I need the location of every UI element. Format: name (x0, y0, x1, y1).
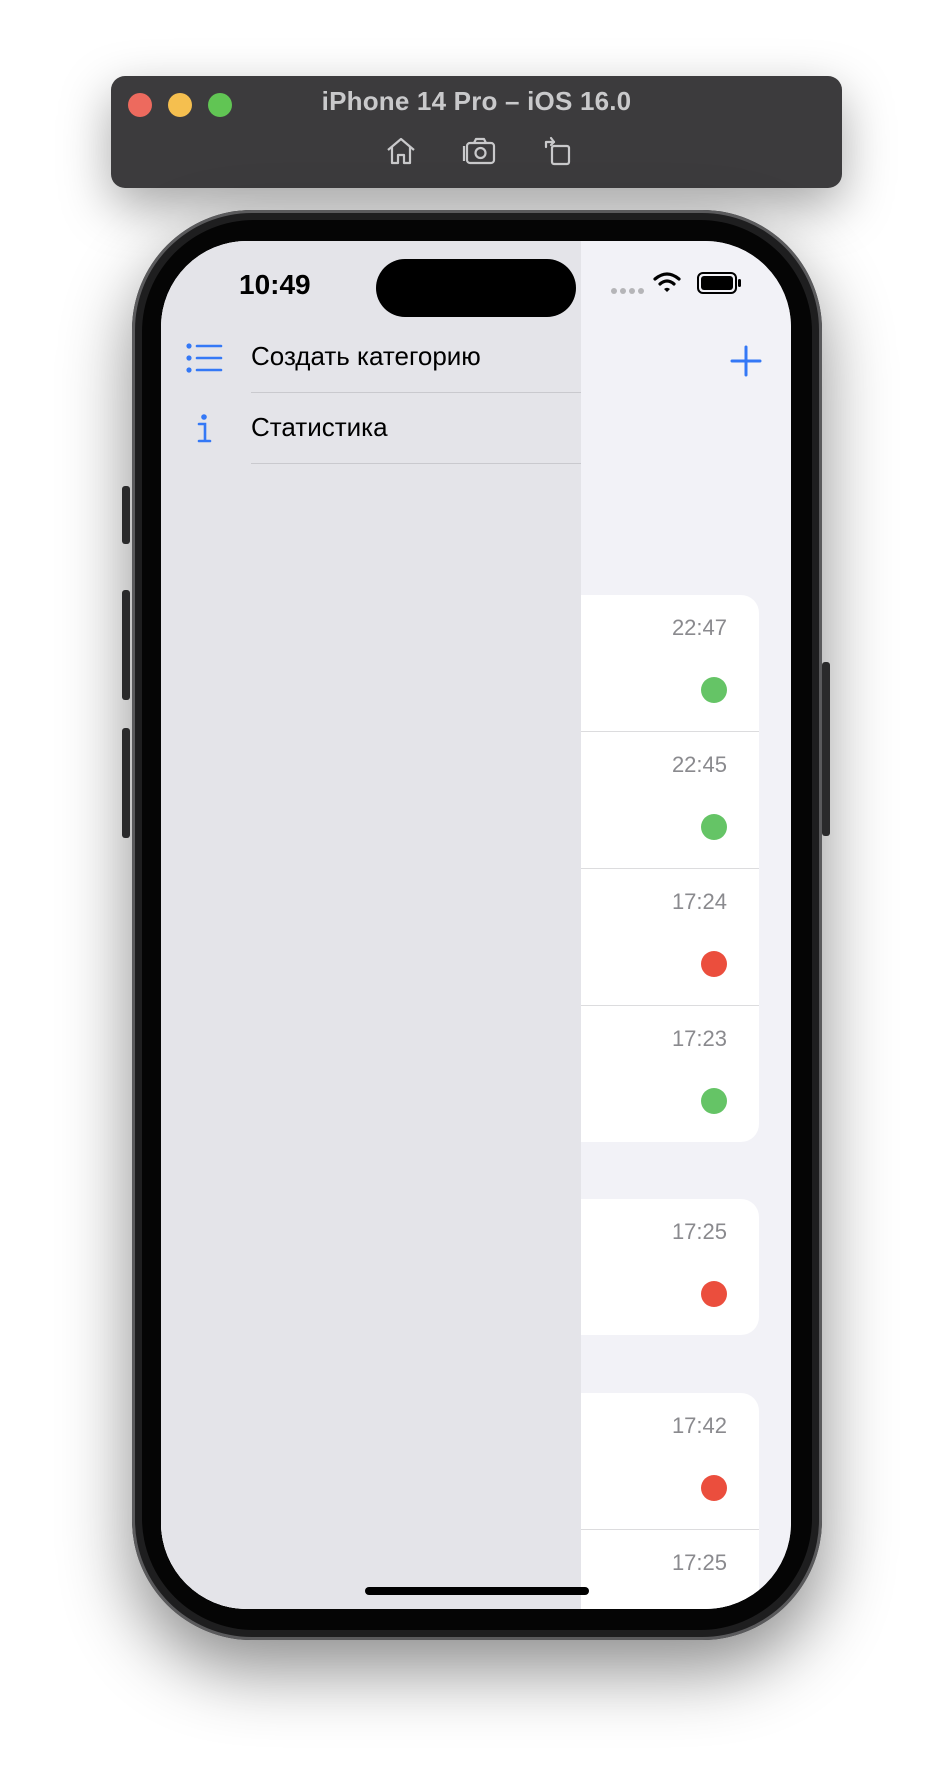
list-icon (186, 343, 223, 373)
simulator-title-bar: iPhone 14 Pro – iOS 16.0 (111, 76, 842, 188)
divider (251, 392, 581, 393)
simulator-title: iPhone 14 Pro – iOS 16.0 (321, 86, 632, 116)
item-time: 22:45 (671, 752, 727, 777)
menu-item-label: Статистика (251, 412, 388, 442)
item-time: 22:47 (671, 615, 727, 640)
item-time: 17:24 (671, 889, 727, 914)
menu-item-create-category[interactable]: Создать категорию (161, 323, 581, 393)
status-dot-green (701, 677, 727, 703)
rotate-icon[interactable] (541, 133, 577, 169)
home-icon[interactable] (383, 133, 419, 169)
add-icon[interactable] (729, 344, 763, 378)
status-dot-red (701, 951, 727, 977)
cellular-signal-icon (611, 281, 647, 299)
status-dot-green (701, 1088, 727, 1114)
dynamic-island (376, 259, 576, 317)
side-menu: 10:49 Создать категорию Статистика (161, 241, 581, 1609)
phone-screen: 22:47 22:45 17:24 17:23 17:25 17:42 17:2… (161, 241, 791, 1609)
item-time: 17:25 (671, 1219, 727, 1244)
status-indicators (611, 271, 761, 301)
volume-up-button (122, 590, 130, 700)
menu-item-statistics[interactable]: Статистика (161, 394, 581, 464)
item-time: 17:25 (671, 1550, 727, 1575)
divider (251, 463, 581, 464)
status-dot-red (701, 1475, 727, 1501)
item-time: 17:23 (671, 1026, 727, 1051)
status-time: 10:49 (239, 269, 311, 300)
item-time: 17:42 (671, 1413, 727, 1438)
home-indicator[interactable] (365, 1587, 589, 1595)
silent-switch (122, 486, 130, 544)
status-dot-green (701, 814, 727, 840)
wifi-icon (653, 272, 681, 292)
status-dot-red (701, 1281, 727, 1307)
menu-item-label: Создать категорию (251, 341, 481, 371)
volume-down-button (122, 728, 130, 838)
info-icon (197, 414, 212, 443)
power-button (822, 662, 830, 836)
battery-icon (697, 272, 741, 294)
screenshot-icon[interactable] (462, 133, 498, 169)
